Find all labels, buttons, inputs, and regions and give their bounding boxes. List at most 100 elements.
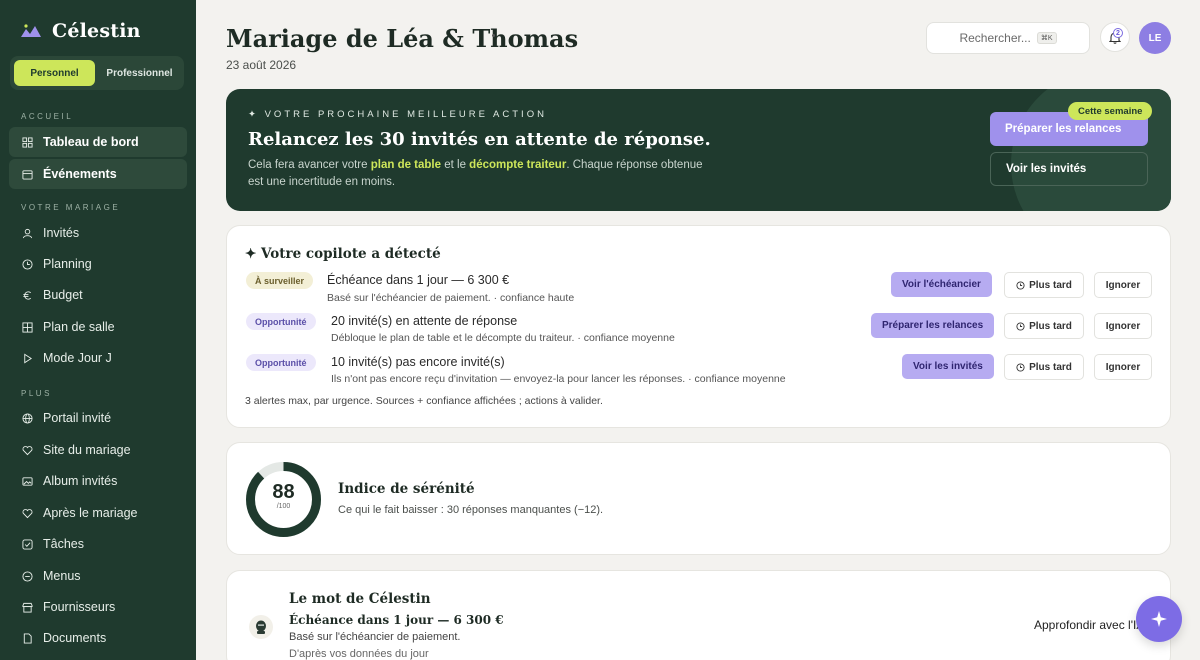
sidebar-item-guest-album[interactable]: Album invités: [9, 466, 187, 496]
mode-personal-button[interactable]: Personnel: [14, 60, 95, 86]
sidebar-item-label: Tableau de bord: [43, 135, 139, 149]
sidebar: Célestin Personnel Professionnel ACCUEIL…: [0, 0, 196, 660]
grid-icon: [22, 321, 33, 333]
search-placeholder: Rechercher...: [959, 31, 1031, 45]
avatar[interactable]: LE: [1139, 22, 1171, 54]
hero-description: Cela fera avancer votre plan de table et…: [248, 157, 718, 190]
alert-subtitle: Basé sur l'échéancier de paiement. · con…: [327, 292, 575, 304]
search-input[interactable]: Rechercher... ⌘K: [926, 22, 1090, 54]
serenity-subtitle: Ce qui le fait baisser : 30 réponses man…: [338, 504, 604, 516]
prepare-reminders-button[interactable]: Préparer les relances: [871, 313, 995, 338]
serenity-gauge: 88 /100: [245, 461, 322, 538]
word-detail: Basé sur l'échéancier de paiement.: [289, 631, 461, 643]
image-icon: [22, 476, 33, 486]
ask-ai-button[interactable]: Approfondir avec l'IA: [1024, 609, 1154, 641]
ai-assistant-button[interactable]: [1136, 596, 1182, 642]
sidebar-item-budget[interactable]: Budget: [9, 280, 187, 310]
sidebar-item-after-wedding[interactable]: Après le mariage: [9, 498, 187, 528]
hero-eyebrow: ✦ Votre prochaine meilleure action: [248, 109, 547, 120]
view-schedule-button[interactable]: Voir l'échéancier: [891, 272, 992, 297]
sidebar-item-label: Plan de salle: [43, 320, 115, 334]
dashboard-icon: [22, 136, 33, 148]
sidebar-item-events[interactable]: Événements: [9, 159, 187, 189]
status-badge: Opportunité: [246, 354, 316, 371]
sparkle-icon: [1151, 611, 1167, 627]
sidebar-item-label: Mode Jour J: [43, 351, 112, 365]
sidebar-item-seating[interactable]: Plan de salle: [9, 312, 187, 342]
sidebar-item-label: Menus: [43, 569, 81, 583]
snooze-button[interactable]: Plus tard: [1004, 354, 1084, 380]
sidebar-item-label: Documents: [43, 631, 107, 645]
sidebar-item-menus[interactable]: Menus: [9, 561, 187, 591]
search-shortcut: ⌘K: [1036, 32, 1057, 44]
clock-icon: [22, 258, 33, 270]
view-guests-button[interactable]: Voir les invités: [990, 152, 1148, 186]
nav-section-home: ACCUEIL: [21, 112, 74, 121]
view-guests-button[interactable]: Voir les invités: [902, 354, 994, 379]
notification-count-badge: 2: [1113, 28, 1123, 38]
sidebar-item-label: Invités: [43, 226, 80, 240]
status-badge: Opportunité: [246, 313, 316, 330]
ignore-button[interactable]: Ignorer: [1094, 313, 1152, 339]
serenity-score-max: /100: [276, 503, 291, 510]
sidebar-item-wedding-site[interactable]: Site du mariage: [9, 435, 187, 465]
assistant-icon: [256, 620, 266, 634]
title-separator-dot: [492, 34, 495, 37]
sidebar-item-label: Tâches: [43, 537, 84, 551]
copilot-title: ✦ Votre copilote a détecté: [245, 246, 441, 262]
hero-text-highlight: plan de table: [370, 159, 442, 171]
snooze-label: Plus tard: [1029, 279, 1072, 291]
heart-icon: [22, 508, 33, 518]
sidebar-item-label: Après le mariage: [43, 506, 138, 520]
alert-title: Échéance dans 1 jour — 6 300 €: [327, 273, 510, 287]
this-week-badge: Cette semaine: [1068, 102, 1153, 120]
store-icon: [22, 602, 33, 613]
ignore-button[interactable]: Ignorer: [1094, 272, 1152, 298]
wedding-date: 23 août 2026: [226, 58, 297, 72]
word-source: D'après vos données du jour: [289, 648, 429, 660]
sidebar-item-guest-portal[interactable]: Portail invité: [9, 403, 187, 433]
sidebar-item-documents[interactable]: Documents: [9, 623, 187, 653]
word-title: Le mot de Célestin: [289, 591, 431, 607]
snooze-label: Plus tard: [1029, 361, 1072, 373]
status-badge: À surveiller: [246, 272, 314, 289]
calendar-icon: [22, 169, 33, 180]
sidebar-item-label: Album invités: [43, 474, 118, 488]
sidebar-item-dashboard[interactable]: Tableau de bord: [9, 127, 187, 157]
check-icon: [22, 538, 33, 550]
heart-icon: [22, 445, 33, 455]
sidebar-item-guests[interactable]: Invités: [9, 218, 187, 248]
mode-professional-button[interactable]: Professionnel: [99, 60, 180, 86]
nav-section-wedding: VOTRE MARIAGE: [21, 203, 121, 212]
document-icon: [23, 632, 32, 644]
sidebar-item-label: Fournisseurs: [43, 600, 116, 614]
nav-section-more: PLUS: [21, 389, 52, 398]
sidebar-item-day-mode[interactable]: Mode Jour J: [9, 343, 187, 373]
clock-icon: [1016, 321, 1025, 331]
snooze-button[interactable]: Plus tard: [1004, 313, 1084, 339]
brand[interactable]: Célestin: [20, 20, 141, 42]
sidebar-item-label: Événements: [43, 167, 117, 181]
ignore-button[interactable]: Ignorer: [1094, 354, 1152, 380]
hero-text-part: Cela fera avancer votre: [248, 159, 371, 171]
mode-switch: Personnel Professionnel: [10, 56, 184, 90]
celestin-word-card: Le mot de Célestin Échéance dans 1 jour …: [226, 570, 1171, 660]
copilot-card: ✦ Votre copilote a détecté À surveiller …: [226, 225, 1171, 428]
serenity-score: 88: [272, 481, 295, 503]
euro-icon: [23, 290, 32, 300]
hero-text-highlight: décompte traiteur: [469, 159, 567, 171]
next-action-hero: ✦ Votre prochaine meilleure action Relan…: [226, 89, 1171, 211]
users-icon: [22, 228, 33, 238]
sidebar-item-vendors[interactable]: Fournisseurs: [9, 592, 187, 622]
sidebar-item-label: Budget: [43, 288, 83, 302]
sidebar-item-label: Portail invité: [43, 411, 112, 425]
page-title: Mariage de Léa & Thomas: [226, 24, 579, 53]
clock-icon: [1016, 280, 1025, 290]
app-name: Célestin: [52, 20, 141, 42]
play-icon: [24, 353, 33, 363]
logo-icon: [21, 24, 41, 37]
snooze-button[interactable]: Plus tard: [1004, 272, 1084, 298]
sidebar-item-planning[interactable]: Planning: [9, 249, 187, 279]
sidebar-item-label: Site du mariage: [43, 443, 131, 457]
sidebar-item-tasks[interactable]: Tâches: [9, 529, 187, 559]
